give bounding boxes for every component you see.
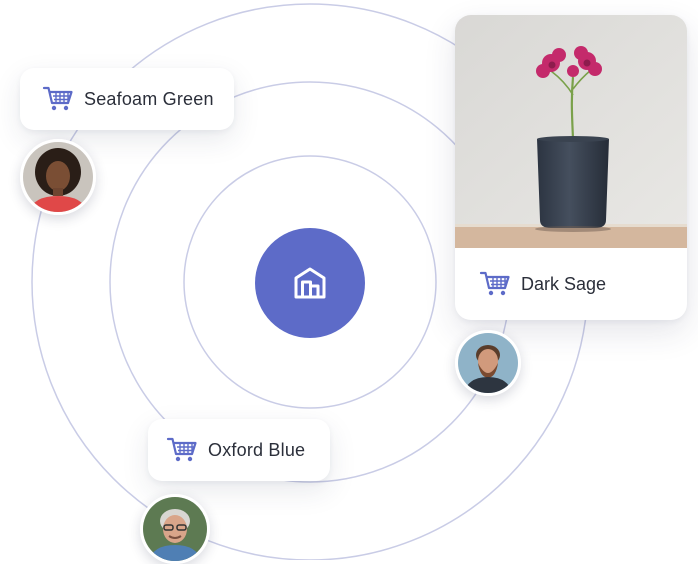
shopping-cart-icon: [166, 436, 198, 464]
product-tag-seafoam-green[interactable]: Seafoam Green: [20, 68, 234, 130]
product-card-label: Dark Sage: [521, 273, 607, 294]
shopping-cart-icon: [42, 85, 74, 113]
older-man-avatar: [140, 494, 210, 564]
woman-avatar: [20, 139, 96, 215]
building-icon: [290, 263, 330, 303]
flower-in-vase-photo: [455, 15, 687, 248]
shopping-cart-icon: [479, 270, 511, 298]
product-tag-label: Oxford Blue: [208, 439, 306, 460]
bearded-man-avatar: [455, 330, 521, 396]
product-card-footer: Dark Sage: [455, 248, 687, 320]
product-tag-oxford-blue[interactable]: Oxford Blue: [148, 419, 330, 481]
product-card-dark-sage[interactable]: Dark Sage: [455, 15, 687, 320]
product-tag-label: Seafoam Green: [84, 88, 214, 109]
center-hub: [255, 228, 365, 338]
